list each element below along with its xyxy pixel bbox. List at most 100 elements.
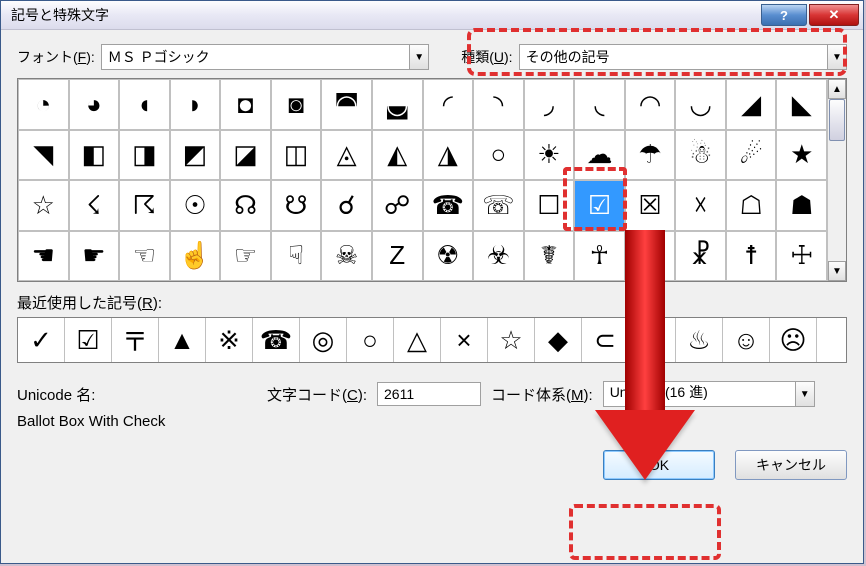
- char-cell[interactable]: ☁: [574, 130, 625, 181]
- recent-cell[interactable]: ⊂: [582, 318, 629, 362]
- recent-cell[interactable]: ♨: [676, 318, 723, 362]
- scroll-up-button[interactable]: ▲: [828, 79, 846, 99]
- char-cell[interactable]: ☢: [423, 231, 474, 282]
- char-cell[interactable]: ◭: [372, 130, 423, 181]
- char-cell[interactable]: ◔: [18, 79, 69, 130]
- scroll-thumb[interactable]: [829, 99, 845, 141]
- recent-cell[interactable]: ○: [347, 318, 394, 362]
- char-cell[interactable]: Z: [372, 231, 423, 282]
- help-button[interactable]: ?: [761, 4, 807, 26]
- char-cell[interactable]: ☐: [524, 180, 575, 231]
- cancel-button[interactable]: キャンセル: [735, 450, 847, 480]
- char-cell[interactable]: ☚: [18, 231, 69, 282]
- recent-cell[interactable]: ✂: [629, 318, 676, 362]
- char-cell[interactable]: ◬: [321, 130, 372, 181]
- char-cell[interactable]: ◮: [423, 130, 474, 181]
- type-select[interactable]: その他の記号 ▼: [519, 44, 847, 70]
- chevron-down-icon[interactable]: ▼: [827, 45, 846, 69]
- char-cell[interactable]: ◩: [170, 130, 221, 181]
- recent-cell[interactable]: ☎: [253, 318, 300, 362]
- recent-cell[interactable]: ◆: [535, 318, 582, 362]
- char-cell[interactable]: ◞: [524, 79, 575, 130]
- char-cell[interactable]: ☌: [321, 180, 372, 231]
- char-cell[interactable]: ☦: [625, 231, 676, 282]
- char-cell[interactable]: ☠: [321, 231, 372, 282]
- char-cell[interactable]: ☥: [574, 231, 625, 282]
- char-cell[interactable]: ☝: [170, 231, 221, 282]
- char-cell[interactable]: ☩: [776, 231, 827, 282]
- recent-cell[interactable]: ✓: [18, 318, 65, 362]
- close-button[interactable]: ✕: [809, 4, 859, 26]
- char-cell[interactable]: ◘: [220, 79, 271, 130]
- char-cell[interactable]: ☑: [574, 180, 625, 231]
- char-cell[interactable]: ◚: [321, 79, 372, 130]
- recent-label: 最近使用した記号(R):: [17, 292, 847, 313]
- char-cell[interactable]: ☧: [675, 231, 726, 282]
- char-cell[interactable]: ☍: [372, 180, 423, 231]
- char-cell[interactable]: ◢: [726, 79, 777, 130]
- char-cell[interactable]: ☣: [473, 231, 524, 282]
- char-cell[interactable]: ◧: [69, 130, 120, 181]
- char-cell[interactable]: ◝: [473, 79, 524, 130]
- recent-cell[interactable]: ×: [441, 318, 488, 362]
- recent-row: ✓☑〒▲※☎◎○△×☆◆⊂✂♨☺☹: [17, 317, 847, 363]
- char-cell[interactable]: ◕: [69, 79, 120, 130]
- char-cell[interactable]: ☎: [423, 180, 474, 231]
- recent-cell[interactable]: ☑: [65, 318, 112, 362]
- char-cell[interactable]: ◡: [675, 79, 726, 130]
- grid-scrollbar[interactable]: ▲ ▼: [827, 79, 846, 281]
- char-cell[interactable]: ☗: [776, 180, 827, 231]
- char-cell[interactable]: ◨: [119, 130, 170, 181]
- recent-cell[interactable]: ※: [206, 318, 253, 362]
- char-cell[interactable]: ☂: [625, 130, 676, 181]
- char-cell[interactable]: ◜: [423, 79, 474, 130]
- code-system-select[interactable]: Unicode (16 進) ▼: [603, 381, 815, 407]
- char-cell[interactable]: ☊: [220, 180, 271, 231]
- char-code-label: 文字コード(C):: [267, 384, 367, 405]
- recent-cell[interactable]: ◎: [300, 318, 347, 362]
- recent-cell[interactable]: 〒: [112, 318, 159, 362]
- chevron-down-icon[interactable]: ▼: [795, 382, 814, 406]
- char-cell[interactable]: ☉: [170, 180, 221, 231]
- char-cell[interactable]: ○: [473, 130, 524, 181]
- char-cell[interactable]: ☋: [271, 180, 322, 231]
- char-cell[interactable]: ★: [776, 130, 827, 181]
- char-grid: ◔◕◖◗◘◙◚◛◜◝◞◟◠◡◢◣ ◥◧◨◩◪◫◬◭◮○☀☁☂☃☄★ ☆☇☈☉☊☋☌☍…: [18, 79, 827, 281]
- chevron-down-icon[interactable]: ▼: [409, 45, 428, 69]
- ok-button[interactable]: OK: [603, 450, 715, 480]
- char-cell[interactable]: ◠: [625, 79, 676, 130]
- char-cell[interactable]: ☀: [524, 130, 575, 181]
- recent-cell[interactable]: ☺: [723, 318, 770, 362]
- recent-cell[interactable]: ☹: [770, 318, 817, 362]
- char-cell[interactable]: ◥: [18, 130, 69, 181]
- char-cell[interactable]: ☓: [675, 180, 726, 231]
- scroll-down-button[interactable]: ▼: [828, 261, 846, 281]
- font-select[interactable]: ＭＳ Ｐゴシック ▼: [101, 44, 429, 70]
- char-cell[interactable]: ☟: [271, 231, 322, 282]
- char-cell[interactable]: ☄: [726, 130, 777, 181]
- char-code-input[interactable]: [377, 382, 481, 406]
- char-cell[interactable]: ☃: [675, 130, 726, 181]
- char-cell[interactable]: ◪: [220, 130, 271, 181]
- char-cell[interactable]: ◟: [574, 79, 625, 130]
- char-cell[interactable]: ☇: [69, 180, 120, 231]
- recent-cell[interactable]: △: [394, 318, 441, 362]
- char-cell[interactable]: ☈: [119, 180, 170, 231]
- recent-cell[interactable]: ☆: [488, 318, 535, 362]
- char-cell[interactable]: ☒: [625, 180, 676, 231]
- char-cell[interactable]: ◖: [119, 79, 170, 130]
- char-cell[interactable]: ◫: [271, 130, 322, 181]
- char-cell[interactable]: ◗: [170, 79, 221, 130]
- char-cell[interactable]: ☆: [18, 180, 69, 231]
- char-cell[interactable]: ☛: [69, 231, 120, 282]
- char-cell[interactable]: ◙: [271, 79, 322, 130]
- char-cell[interactable]: ◣: [776, 79, 827, 130]
- char-cell[interactable]: ☏: [473, 180, 524, 231]
- char-cell[interactable]: ☞: [220, 231, 271, 282]
- char-cell[interactable]: ◛: [372, 79, 423, 130]
- char-cell[interactable]: ☜: [119, 231, 170, 282]
- char-cell[interactable]: ☤: [524, 231, 575, 282]
- char-cell[interactable]: ☨: [726, 231, 777, 282]
- char-cell[interactable]: ☖: [726, 180, 777, 231]
- recent-cell[interactable]: ▲: [159, 318, 206, 362]
